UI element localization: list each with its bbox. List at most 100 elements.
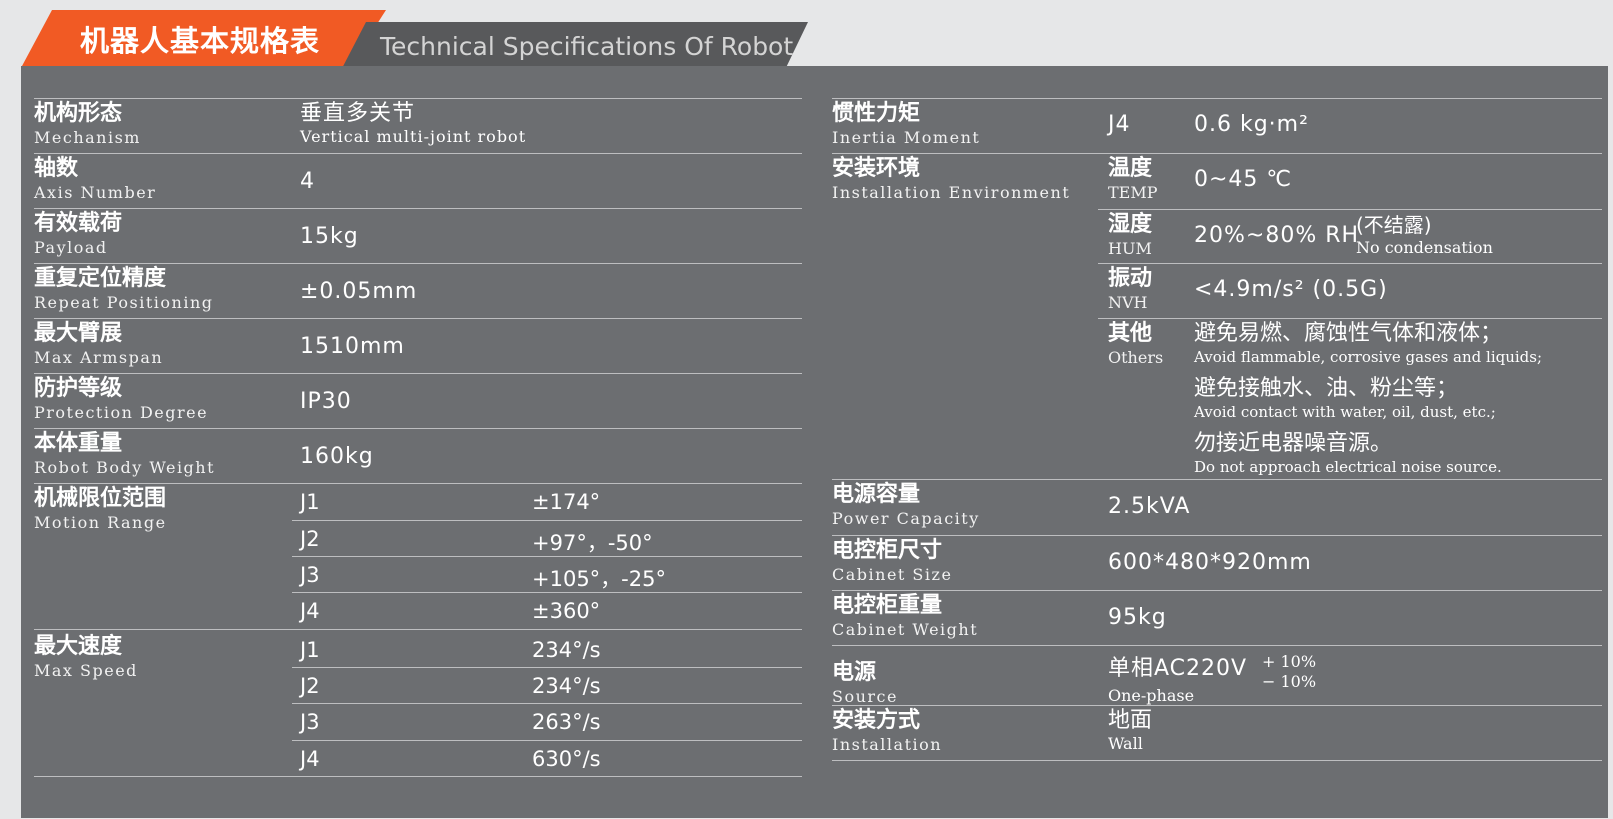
label-en: Power Capacity xyxy=(832,509,980,528)
sub-label-cn: 湿度 xyxy=(1108,212,1153,237)
tolerance: + 10% − 10% xyxy=(1262,652,1316,692)
spec-row-cabinet-size: 电控柜尺寸 Cabinet Size 600*480*920mm xyxy=(832,535,1602,590)
tolerance-minus: − 10% xyxy=(1262,672,1317,691)
sub-label-cn: 温度 xyxy=(1108,156,1153,181)
title-tab-cn: 机器人基本规格表 xyxy=(22,10,386,66)
label-cn: 电控柜尺寸 xyxy=(832,538,943,563)
label-cn: 防护等级 xyxy=(34,376,123,401)
value: 4 xyxy=(300,169,315,194)
speed-j4: J4 630°/s xyxy=(292,740,802,777)
spec-row-environment: 安装环境 Installation Environment 温度 TEMP 0~45… xyxy=(832,153,1602,479)
label-cn: 有效载荷 xyxy=(34,211,123,236)
note-cn: (不结露) xyxy=(1356,213,1432,237)
table-bottom-rule xyxy=(832,760,1602,761)
item-en: Avoid flammable, corrosive gases and liq… xyxy=(1194,348,1543,366)
speed-j1: J1 234°/s xyxy=(292,630,802,667)
joint-label: J1 xyxy=(300,638,320,662)
value: 15kg xyxy=(300,224,359,249)
title-en: Technical Specifications Of Robot xyxy=(380,32,794,61)
item-en: Do not approach electrical noise source. xyxy=(1194,458,1502,476)
value-cn: 垂直多关节 xyxy=(300,101,416,126)
label-en: Axis Number xyxy=(34,183,157,202)
spec-row-weight: 本体重量 Robot Body Weight 160kg xyxy=(34,428,802,483)
others-item: 避免接触水、油、粉尘等； Avoid contact with water, oi… xyxy=(1194,376,1604,431)
label-en: Payload xyxy=(34,238,108,257)
label-cn: 惯性力矩 xyxy=(832,101,921,126)
label-en: Robot Body Weight xyxy=(34,458,216,477)
spec-row-motion-range: 机械限位范围 Motion Range J1 ±174° J2 +97°，-50° J… xyxy=(34,483,802,629)
label-en: Repeat Positioning xyxy=(34,293,214,312)
joint-value: +105°，-25° xyxy=(532,567,666,591)
value: ±0.05mm xyxy=(300,279,418,304)
joint-value: ±174° xyxy=(532,490,601,514)
joint-label: J4 xyxy=(1108,112,1131,137)
spec-row-mechanism: 机构形态 Mechanism 垂直多关节 Vertical multi-joint … xyxy=(34,98,802,153)
title-cn: 机器人基本规格表 xyxy=(80,24,321,58)
item-cn: 避免接触水、油、粉尘等； xyxy=(1194,376,1459,401)
label-en: Installation Environment xyxy=(832,183,1071,202)
value-en: One-phase xyxy=(1108,686,1195,705)
right-spec-column: 惯性力矩 Inertia Moment J4 0.6 kg·m² 安装环境 Inst… xyxy=(832,98,1602,761)
motion-j4: J4 ±360° xyxy=(292,592,802,630)
speed-j2: J2 234°/s xyxy=(292,667,802,703)
joint-label: J1 xyxy=(300,490,320,514)
joint-value: 234°/s xyxy=(532,674,601,698)
spec-row-repeat: 重复定位精度 Repeat Positioning ±0.05mm xyxy=(34,263,802,318)
value: 95kg xyxy=(1108,605,1167,630)
note-en: No condensation xyxy=(1356,238,1493,257)
value: 1510mm xyxy=(300,334,405,359)
value: 600*480*920mm xyxy=(1108,550,1312,575)
spec-row-axis: 轴数 Axis Number 4 xyxy=(34,153,802,208)
value-cn: 地面 xyxy=(1108,708,1153,733)
joint-label: J3 xyxy=(300,563,320,587)
joint-label: J2 xyxy=(300,527,320,551)
installation-value-block: 地面 Wall xyxy=(1108,708,1152,754)
value: IP30 xyxy=(300,389,352,414)
env-others: 其他 Others 避免易燃、腐蚀性气体和液体； Avoid flammable, … xyxy=(1098,318,1602,480)
sub-label-en: HUM xyxy=(1108,239,1152,258)
label-cn: 电源容量 xyxy=(832,482,921,507)
label-en: Inertia Moment xyxy=(832,128,981,147)
label-cn: 电控柜重量 xyxy=(832,593,943,618)
value: 0.6 kg·m² xyxy=(1194,112,1309,137)
label-en: Protection Degree xyxy=(34,403,209,422)
value: 160kg xyxy=(300,444,374,469)
joint-value: +97°，-50° xyxy=(532,531,653,555)
joint-label: J4 xyxy=(300,747,320,771)
label-cn: 重复定位精度 xyxy=(34,266,167,291)
joint-label: J2 xyxy=(300,674,320,698)
spec-row-armspan: 最大臂展 Max Armspan 1510mm xyxy=(34,318,802,373)
label-en: Mechanism xyxy=(34,128,141,147)
label-cn: 最大速度 xyxy=(34,634,123,659)
spec-row-payload: 有效载荷 Payload 15kg xyxy=(34,208,802,263)
source-value-block: 单相AC220V One-phase xyxy=(1108,656,1247,706)
label-cn: 安装方式 xyxy=(832,708,921,733)
spec-row-inertia: 惯性力矩 Inertia Moment J4 0.6 kg·m² xyxy=(832,98,1602,153)
value: 0~45 ℃ xyxy=(1194,167,1293,192)
label-cn: 最大臂展 xyxy=(34,321,123,346)
value: 2.5kVA xyxy=(1108,494,1191,519)
sub-label-en: Others xyxy=(1108,348,1164,367)
others-list: 避免易燃、腐蚀性气体和液体； Avoid flammable, corrosive… xyxy=(1194,321,1604,483)
label-cn: 机构形态 xyxy=(34,101,123,126)
label-cn: 电源 xyxy=(832,660,877,685)
sub-label-en: TEMP xyxy=(1108,183,1158,202)
label-en: Motion Range xyxy=(34,513,167,532)
motion-j3: J3 +105°，-25° xyxy=(292,556,802,592)
label-en: Cabinet Weight xyxy=(832,620,979,639)
spec-row-installation: 安装方式 Installation 地面 Wall xyxy=(832,705,1602,760)
joint-label: J4 xyxy=(300,599,320,623)
motion-j2: J2 +97°，-50° xyxy=(292,520,802,556)
spec-row-source: 电源 Source 单相AC220V One-phase + 10% − 10% xyxy=(832,645,1602,706)
joint-value: 234°/s xyxy=(532,638,601,662)
joint-value: ±360° xyxy=(532,599,601,623)
label-cn: 轴数 xyxy=(34,156,79,181)
left-spec-column: 机构形态 Mechanism 垂直多关节 Vertical multi-joint … xyxy=(34,98,802,777)
value: 单相AC220V xyxy=(1108,656,1248,681)
sub-label-cn: 其他 xyxy=(1108,321,1153,346)
value: 20%~80% RH xyxy=(1194,223,1360,248)
speed-j3: J3 263°/s xyxy=(292,703,802,740)
env-temp: 温度 TEMP 0~45 ℃ xyxy=(1098,154,1602,209)
label-en: Max Speed xyxy=(34,661,138,680)
env-humidity: 湿度 HUM 20%~80% RH (不结露) No condensation xyxy=(1098,209,1602,263)
